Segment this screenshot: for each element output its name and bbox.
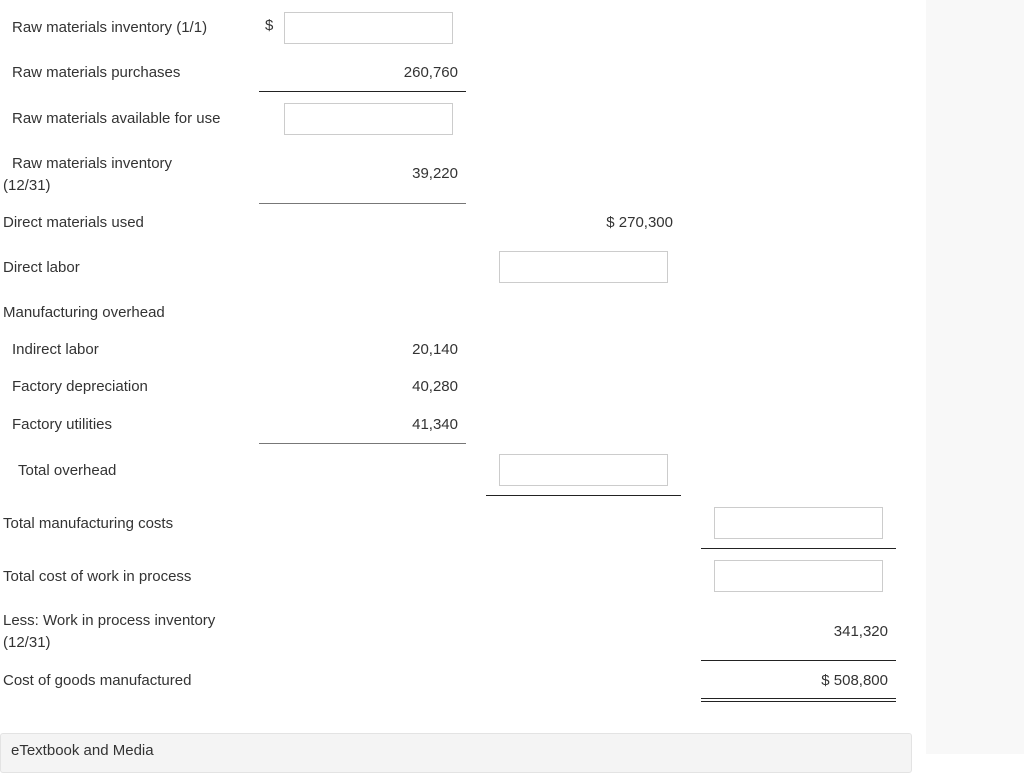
underline-rule (259, 443, 466, 444)
rm-ending-label-line2: (12/31) (3, 177, 51, 194)
total-overhead-input[interactable] (499, 454, 668, 486)
rm-ending-value: 39,220 (412, 165, 458, 182)
rm-available-label: Raw materials available for use (12, 110, 221, 127)
underline-rule (259, 203, 466, 204)
rm-ending-label-line1: Raw materials inventory (12, 155, 173, 172)
factory-depreciation-value: 40,280 (412, 378, 458, 395)
total-mfg-costs-label: Total manufacturing costs (3, 515, 174, 532)
direct-materials-value: $ 270,300 (606, 214, 673, 231)
etextbook-media-panel[interactable]: eTextbook and Media (0, 733, 912, 773)
direct-labor-input[interactable] (499, 251, 668, 283)
factory-utilities-value: 41,340 (412, 416, 458, 433)
total-overhead-label: Total overhead (18, 462, 117, 479)
cogm-value: $ 508,800 (821, 672, 888, 689)
double-underline-rule (701, 698, 896, 702)
less-wip-label-line1: Less: Work in process inventory (3, 612, 216, 629)
underline-rule (486, 495, 681, 496)
cogm-label: Cost of goods manufactured (3, 672, 192, 689)
rm-available-input[interactable] (284, 103, 453, 135)
rm-beginning-label: Raw materials inventory (1/1) (12, 19, 208, 36)
underline-rule (701, 660, 896, 661)
indirect-labor-label: Indirect labor (12, 341, 99, 358)
rm-purchases-value: 260,760 (403, 64, 458, 81)
etextbook-media-label[interactable]: eTextbook and Media (11, 742, 154, 759)
direct-materials-label: Direct materials used (3, 214, 144, 231)
right-side-panel (926, 0, 1024, 754)
indirect-labor-value: 20,140 (412, 341, 458, 358)
rm-beginning-input[interactable] (284, 12, 453, 44)
total-wip-label: Total cost of work in process (3, 568, 192, 585)
less-wip-label-line2: (12/31) (3, 634, 51, 651)
total-mfg-costs-input[interactable] (714, 507, 883, 539)
underline-rule (259, 91, 466, 92)
factory-depreciation-label: Factory depreciation (12, 378, 148, 395)
less-wip-value: 341,320 (833, 623, 888, 640)
overhead-header-label: Manufacturing overhead (3, 304, 165, 321)
total-wip-input[interactable] (714, 560, 883, 592)
underline-rule (701, 548, 896, 549)
rm-purchases-label: Raw materials purchases (12, 64, 181, 81)
direct-labor-label: Direct labor (3, 259, 80, 276)
factory-utilities-label: Factory utilities (12, 416, 113, 433)
currency-symbol: $ (265, 17, 274, 34)
